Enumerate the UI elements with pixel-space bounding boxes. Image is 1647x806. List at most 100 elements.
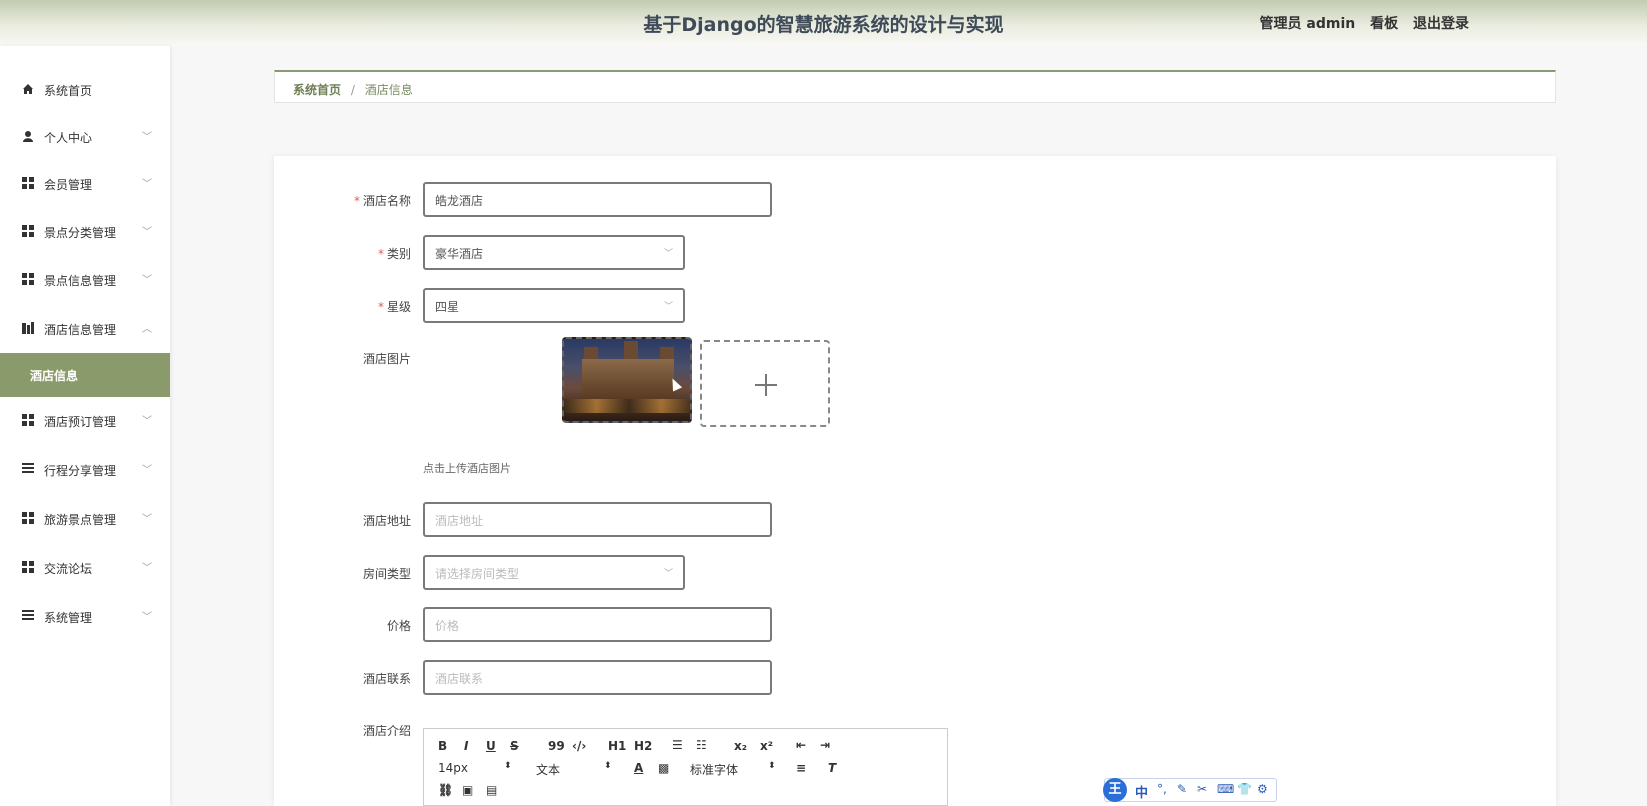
board-link[interactable]: 看板 (1370, 16, 1398, 32)
hotel-name-input[interactable]: 皓龙酒店 (423, 182, 772, 217)
sidebar-item-forum[interactable]: 交流论坛 ﹀ (0, 546, 170, 590)
top-header: 基于Django的智慧旅游系统的设计与实现 管理员 admin 看板 退出登录 (0, 0, 1647, 46)
sidebar-item-label: 系统管理 (44, 611, 93, 625)
grid-icon (22, 177, 34, 189)
header-type-chevron-icon: ⬍ (604, 761, 612, 771)
sidebar-item-label: 旅游景点管理 (44, 513, 117, 527)
h2-button[interactable]: H2 (634, 739, 652, 753)
clear-format-icon[interactable]: T (828, 761, 836, 775)
sidebar-subitem-hotel-info[interactable]: 酒店信息 (0, 353, 170, 397)
intro-label: 酒店介绍 (362, 724, 411, 738)
sidebar-item-system[interactable]: 系统管理 ﹀ (0, 595, 170, 639)
outdent-icon[interactable]: ⇤ (796, 738, 806, 752)
address-label: 酒店地址 (362, 514, 411, 528)
chevron-down-icon: ﹀ (142, 465, 152, 476)
chevron-down-icon: ﹀ (663, 249, 673, 259)
grid-icon (22, 512, 34, 524)
chevron-down-icon: ﹀ (142, 275, 152, 286)
upload-add-button[interactable] (700, 340, 830, 427)
sidebar-item-members[interactable]: 会员管理 ﹀ (0, 162, 170, 206)
sidebar-item-label: 交流论坛 (44, 562, 93, 576)
ordered-list-icon[interactable]: ☰ (672, 738, 683, 752)
h1-button[interactable]: H1 (608, 739, 626, 753)
home-icon (22, 83, 34, 95)
list-icon (22, 610, 34, 622)
chevron-down-icon: ﹀ (663, 569, 673, 579)
ime-scissors-icon[interactable]: ✂ (1197, 782, 1207, 796)
breadcrumb-current: 酒店信息 (364, 83, 413, 97)
room-type-label: 房间类型 (362, 567, 411, 581)
list-icon (22, 463, 34, 475)
rich-text-editor[interactable]: B I U S 99 ‹/› H1 H2 ☰ ☷ x₂ x² ⇤ ⇥ 14px … (423, 728, 948, 806)
price-input[interactable]: 价格 (423, 607, 772, 642)
grid-icon (22, 561, 34, 573)
video-icon[interactable]: ▤ (486, 783, 497, 797)
sidebar-item-label: 行程分享管理 (44, 464, 117, 478)
font-family-select[interactable]: 标准字体 (690, 761, 738, 778)
chevron-down-icon: ﹀ (142, 227, 152, 238)
breadcrumb-home[interactable]: 系统首页 (293, 83, 341, 97)
sidebar-item-home[interactable]: 系统首页 (0, 68, 170, 112)
italic-button[interactable]: I (464, 739, 468, 753)
upload-hint: 点击上传酒店图片 (423, 462, 511, 475)
chevron-down-icon: ﹀ (142, 132, 152, 143)
superscript-button[interactable]: x² (760, 739, 773, 753)
breadcrumb-separator: / (350, 83, 355, 97)
contact-input[interactable]: 酒店联系 (423, 660, 772, 695)
strike-button[interactable]: S (510, 739, 519, 753)
grid-icon (22, 273, 34, 285)
font-color-icon[interactable]: A (634, 761, 643, 775)
quote-button[interactable]: 99 (548, 739, 565, 753)
font-size-select[interactable]: 14px (438, 761, 468, 775)
sidebar-item-personal[interactable]: 个人中心 ﹀ (0, 115, 170, 159)
subscript-button[interactable]: x₂ (734, 739, 747, 753)
sidebar-item-scenic-info[interactable]: 景点信息管理 ﹀ (0, 258, 170, 302)
sidebar-item-label: 个人中心 (44, 131, 93, 145)
image-icon[interactable]: ▣ (462, 783, 473, 797)
code-button[interactable]: ‹/› (572, 739, 586, 753)
price-label: 价格 (386, 619, 411, 633)
font-family-chevron-icon: ⬍ (768, 761, 776, 771)
category-label: * 类别 (377, 247, 411, 261)
sidebar: 系统首页 个人中心 ﹀ 会员管理 ﹀ 景点分类管理 ﹀ 景点信息管理 ﹀ 酒店信… (0, 46, 170, 806)
address-input[interactable]: 酒店地址 (423, 502, 772, 537)
ime-settings-icon[interactable]: ⚙ (1257, 782, 1268, 796)
sidebar-item-trip-share[interactable]: 行程分享管理 ﹀ (0, 448, 170, 492)
contact-label: 酒店联系 (362, 672, 411, 686)
background-color-icon[interactable]: ▩ (658, 761, 669, 775)
header-type-select[interactable]: 文本 (536, 761, 560, 778)
ime-toolbar[interactable]: 王 中 °, ✎ ✂ ⌨ 👕 ⚙ (1103, 778, 1277, 802)
star-select[interactable]: 四星 ﹀ (423, 288, 685, 323)
bullet-list-icon[interactable]: ☷ (696, 738, 707, 752)
logout-link[interactable]: 退出登录 (1413, 16, 1469, 32)
chevron-down-icon: ﹀ (142, 416, 152, 427)
align-icon[interactable]: ≡ (796, 761, 806, 775)
room-type-select[interactable]: 请选择房间类型 ﹀ (423, 555, 685, 590)
sidebar-item-hotel-info-mgmt[interactable]: 酒店信息管理 ︿ (0, 307, 170, 351)
sidebar-item-label: 酒店预订管理 (44, 415, 117, 429)
sidebar-item-hotel-booking[interactable]: 酒店预订管理 ﹀ (0, 399, 170, 443)
ime-skin-icon[interactable]: 👕 (1237, 782, 1252, 796)
chevron-down-icon: ﹀ (142, 179, 152, 190)
header-user-links: 管理员 admin 看板 退出登录 (1260, 13, 1469, 33)
link-icon[interactable]: ⛓ (438, 783, 453, 797)
underline-button[interactable]: U (486, 739, 496, 753)
ime-mode[interactable]: 中 (1135, 782, 1154, 801)
star-label: * 星级 (377, 300, 411, 314)
chevron-down-icon: ﹀ (663, 302, 673, 312)
ime-keyboard-icon[interactable]: ⌨ (1217, 782, 1234, 796)
chevron-down-icon: ﹀ (142, 514, 152, 525)
sidebar-item-scenic-category[interactable]: 景点分类管理 ﹀ (0, 210, 170, 254)
indent-icon[interactable]: ⇥ (820, 738, 830, 752)
ime-punctuation-icon[interactable]: °, (1157, 782, 1167, 796)
chevron-up-icon: ︿ (142, 324, 152, 335)
ime-pen-icon[interactable]: ✎ (1177, 782, 1187, 796)
bold-button[interactable]: B (438, 739, 447, 753)
sidebar-item-tourist-spots[interactable]: 旅游景点管理 ﹀ (0, 497, 170, 541)
chevron-down-icon: ﹀ (142, 563, 152, 574)
category-select[interactable]: 豪华酒店 ﹀ (423, 235, 685, 270)
sidebar-item-label: 酒店信息管理 (44, 323, 117, 337)
hotel-image-label: 酒店图片 (362, 352, 411, 366)
sidebar-item-label: 景点信息管理 (44, 274, 117, 288)
chevron-down-icon: ﹀ (142, 612, 152, 623)
